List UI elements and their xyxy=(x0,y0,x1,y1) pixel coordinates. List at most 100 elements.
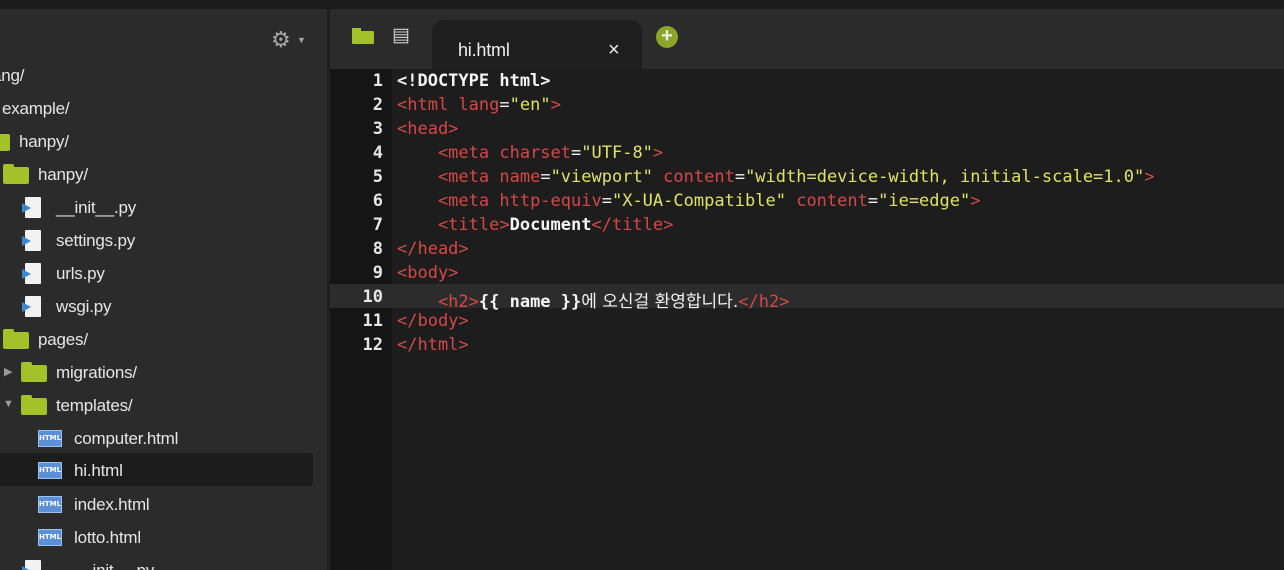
tree-item-label: example/ xyxy=(2,99,70,118)
settings-gear-icon[interactable]: ⚙ ▼ xyxy=(271,28,306,52)
code-line[interactable]: <meta name="viewport" content="width=dev… xyxy=(397,167,1155,187)
tree-item-file[interactable]: settings.py xyxy=(0,224,327,256)
code-doctype: <!DOCTYPE html> xyxy=(397,71,551,91)
tree-item-label: pages/ xyxy=(38,330,88,349)
code-tag: > xyxy=(1144,167,1155,187)
code-tag: <head> xyxy=(397,119,459,139)
code-tag: > xyxy=(970,191,981,211)
code-line-active[interactable]: <h2>{{ name }}에 오신걸 환영합니다.</h2> xyxy=(397,287,789,312)
tree-item-file[interactable]: __init__.py xyxy=(0,554,327,570)
tree-item-label: hanpy/ xyxy=(38,165,88,184)
code-string: "UTF-8" xyxy=(581,143,653,163)
html-file-icon: HTML xyxy=(38,496,62,513)
line-number: 4 xyxy=(372,143,383,163)
tree-item-folder[interactable]: pages/ xyxy=(0,323,327,355)
tab-hi-html[interactable]: hi.html × xyxy=(432,20,642,69)
code-line[interactable]: </head> xyxy=(397,239,469,259)
tree-item-file[interactable]: HTML lotto.html xyxy=(0,521,327,553)
line-number: 7 xyxy=(372,215,383,235)
code-eq: = xyxy=(867,191,879,211)
code-text: Document xyxy=(509,215,592,235)
html-file-icon: HTML xyxy=(38,462,62,479)
python-file-icon xyxy=(22,197,42,219)
code-eq: = xyxy=(499,95,510,115)
code-tag: </html> xyxy=(397,335,469,355)
tree-item-folder[interactable]: ▶ migrations/ xyxy=(0,356,327,388)
code-line[interactable]: <body> xyxy=(397,263,458,283)
tree-item-label: lotto.html xyxy=(74,528,141,547)
code-tag: <meta xyxy=(397,191,490,211)
document-list-icon[interactable]: ▤ xyxy=(392,26,414,46)
code-template-var: {{ name }} xyxy=(478,292,582,312)
add-tab-icon[interactable]: + xyxy=(656,26,678,48)
code-line[interactable]: <meta charset="UTF-8"> xyxy=(397,143,663,163)
code-eq: = xyxy=(571,143,582,163)
code-line[interactable]: <html lang="en"> xyxy=(397,95,561,115)
code-editor[interactable]: 1 2 3 4 5 6 7 8 9 10 11 12 <!DOCTYPE htm… xyxy=(330,69,1284,570)
line-number: 1 xyxy=(372,71,383,91)
close-icon[interactable]: × xyxy=(608,39,620,62)
tree-item-file[interactable]: wsgi.py xyxy=(0,290,327,322)
code-text: 에 오신걸 환영합니다. xyxy=(581,292,739,312)
tree-item-label: __init__.py xyxy=(56,198,137,217)
editor-tab-bar: ▤ hi.html × + xyxy=(330,9,1284,69)
tree-item-label: wsgi.py xyxy=(56,297,112,316)
tree-item-label: migrations/ xyxy=(56,363,137,382)
code-string: "en" xyxy=(509,95,551,115)
code-attr: charset xyxy=(489,143,572,163)
code-tag: </head> xyxy=(397,239,469,259)
tree-item-folder[interactable]: hanpy/ xyxy=(0,158,327,190)
tree-item-folder[interactable]: ▼ templates/ xyxy=(0,389,327,421)
tree-item-file[interactable]: urls.py xyxy=(0,257,327,289)
code-eq: = xyxy=(734,167,746,187)
tree-item-label: hanpy/ xyxy=(19,132,69,151)
tree-item-folder[interactable]: hanpy/ xyxy=(0,125,327,157)
code-line[interactable]: </html> xyxy=(397,335,469,355)
tree-item-label: ang/ xyxy=(0,66,25,85)
html-file-icon: HTML xyxy=(38,529,62,546)
tree-item-file[interactable]: __init__.py xyxy=(0,191,327,223)
tree-item-file[interactable]: HTML index.html xyxy=(0,488,327,520)
tree-item-label: __init__.py xyxy=(74,561,154,570)
tree-item-label: hi.html xyxy=(74,461,123,480)
code-line[interactable]: <title>Document</title> xyxy=(397,215,673,235)
chevron-down-icon: ▼ xyxy=(297,35,306,45)
code-attr: lang xyxy=(448,95,500,115)
python-file-icon xyxy=(22,560,42,570)
line-number: 12 xyxy=(362,335,383,355)
window-top-bar xyxy=(0,0,1284,9)
tab-label: hi.html xyxy=(458,40,510,60)
code-tag: </title> xyxy=(591,215,674,235)
code-tag: <body> xyxy=(397,263,459,283)
tree-item-file-selected[interactable]: HTML hi.html xyxy=(0,453,313,486)
line-number: 6 xyxy=(372,191,383,211)
line-number: 9 xyxy=(372,263,383,283)
code-line[interactable]: <head> xyxy=(397,119,458,139)
tree-item-label: urls.py xyxy=(56,264,105,283)
file-tree-sidebar: ⚙▼ ang/ example/ hanpy/ hanpy/ __init__.… xyxy=(0,9,327,570)
line-number: 2 xyxy=(372,95,383,115)
code-line[interactable]: <meta http-equiv="X-UA-Compatible" conte… xyxy=(397,191,981,211)
code-string: "width=device-width, initial-scale=1.0" xyxy=(745,167,1145,187)
code-attr: name xyxy=(489,167,541,187)
tree-item-folder[interactable]: example/ xyxy=(0,92,327,124)
code-tag: <title> xyxy=(397,215,510,235)
code-attr: http-equiv xyxy=(489,191,602,211)
line-number: 3 xyxy=(372,119,383,139)
code-line[interactable]: </body> xyxy=(397,311,469,331)
folder-icon xyxy=(21,362,47,382)
collapse-arrow-icon[interactable]: ▼ xyxy=(3,398,14,410)
tree-item-label: index.html xyxy=(74,495,150,514)
tree-item-file[interactable]: HTML computer.html xyxy=(0,422,327,454)
python-file-icon xyxy=(22,263,42,285)
code-tag: > xyxy=(550,95,561,115)
line-number: 8 xyxy=(372,239,383,259)
code-attr: content xyxy=(652,167,735,187)
tree-item-folder[interactable]: ang/ xyxy=(0,59,327,91)
python-file-icon xyxy=(22,230,42,252)
expand-arrow-icon[interactable]: ▶ xyxy=(4,365,12,378)
tree-item-label: computer.html xyxy=(74,429,179,448)
line-number: 11 xyxy=(362,311,383,331)
code-line[interactable]: <!DOCTYPE html> xyxy=(397,71,551,91)
folder-icon[interactable] xyxy=(352,28,374,44)
